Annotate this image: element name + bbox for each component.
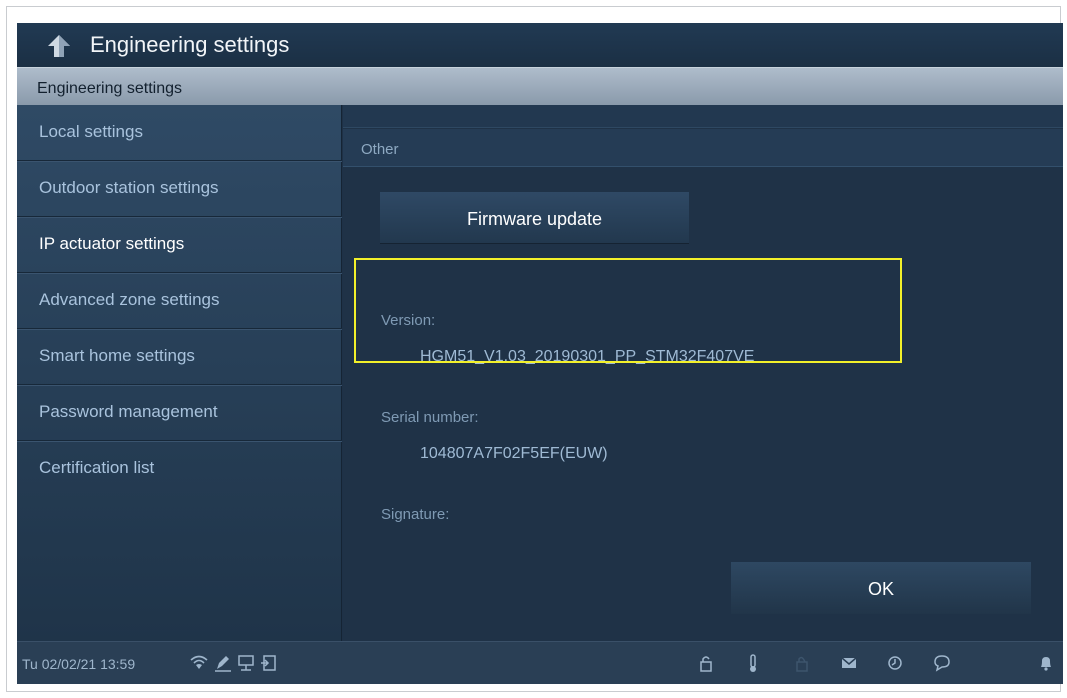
sidebar-item-ip-actuator-settings[interactable]: IP actuator settings [17,217,342,274]
lock-icon[interactable] [696,653,716,673]
sidebar-item-local-settings[interactable]: Local settings [17,105,342,162]
device-screen: Engineering settings Engineering setting… [17,23,1063,684]
sidebar-item-label: Outdoor station settings [39,178,219,197]
sidebar-item-label: Password management [39,402,218,421]
sidebar-item-password-management[interactable]: Password management [17,385,342,442]
mail-icon[interactable] [839,653,859,673]
version-highlight-box [354,258,902,363]
serial-number-label: Serial number: [381,409,479,426]
subsection-header: Other [343,129,1063,167]
bell-icon[interactable] [1036,653,1056,673]
thermometer-icon[interactable] [743,653,763,673]
content-top-band [343,105,1063,128]
content-panel: Other Firmware update Version: HGM51_V1.… [343,105,1063,641]
section-header-label: Engineering settings [37,80,182,97]
sidebar-item-label: Smart home settings [39,346,195,365]
sidebar-item-smart-home-settings[interactable]: Smart home settings [17,329,342,386]
firmware-update-button[interactable]: Firmware update [380,192,689,244]
network-icon [238,655,254,671]
title-bar: Engineering settings [17,23,1063,67]
back-arrow-icon[interactable] [45,33,73,59]
page-title: Engineering settings [90,32,290,57]
sidebar-item-advanced-zone-settings[interactable]: Advanced zone settings [17,273,342,330]
firmware-update-label: Firmware update [466,209,603,229]
sidebar-item-label: IP actuator settings [39,234,185,253]
status-bar: Tu 02/02/21 13:59 [17,641,1063,684]
edit-icon [215,656,231,672]
status-datetime: Tu 02/02/21 13:59 [22,656,136,672]
subsection-title: Other [361,141,399,158]
history-icon[interactable] [885,653,905,673]
serial-number-value: 104807A7F02F5EF(EUW) [420,445,608,462]
sidebar: Local settings Outdoor station settings … [17,105,342,641]
sidebar-item-label: Certification list [39,458,155,477]
section-header: Engineering settings [17,67,1063,105]
chat-icon[interactable] [932,653,952,673]
signature-label: Signature: [381,506,450,523]
ok-button[interactable]: OK [731,562,1031,614]
sidebar-item-label: Local settings [39,122,143,141]
sidebar-item-certification-list[interactable]: Certification list [17,441,342,497]
sidebar-item-label: Advanced zone settings [39,290,220,309]
lock-closed-icon[interactable] [792,653,812,673]
ok-button-label: OK [867,579,894,599]
wifi-icon [190,655,208,669]
door-icon [261,655,276,671]
sidebar-item-outdoor-station-settings[interactable]: Outdoor station settings [17,161,342,218]
